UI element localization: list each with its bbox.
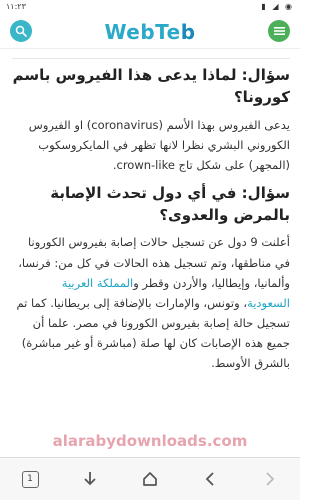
tab-count-badge: 1: [21, 470, 39, 488]
watermark: alarabydownloads.com: [52, 432, 248, 450]
back-button[interactable]: [190, 464, 230, 494]
answer-2: أعلنت 9 دول عن تسجيل حالات إصابة بفيروس …: [12, 232, 290, 373]
home-icon: [143, 472, 157, 486]
answer-1: يدعى الفيروس بهذا الأسم (coronavirus) او…: [28, 117, 290, 172]
forward-button[interactable]: [250, 464, 290, 494]
question-2: سؤال: في أي دول تحدث الإصابة بالمرض والع…: [50, 183, 290, 224]
status-time: ١١:٢٣: [6, 2, 26, 11]
download-icon: [84, 472, 96, 486]
chevron-right-icon: [266, 472, 275, 486]
status-bar: ١١:٢٣ ▮ ◢ ◉: [0, 0, 300, 14]
download-button[interactable]: [70, 464, 110, 494]
answer-2-text-start: أعلنت 9 دول عن تسجيل حالات إصابة بفيروس …: [18, 235, 290, 290]
article-content: سؤال: لماذا يدعى هذا الفيروس باسم كورونا…: [12, 50, 290, 456]
hamburger-icon: [273, 27, 285, 35]
browser-bottom-bar: 1: [0, 457, 300, 500]
chevron-left-icon: [205, 472, 214, 486]
tabs-button[interactable]: 1: [10, 464, 50, 494]
home-button[interactable]: [130, 464, 170, 494]
question-1: سؤال: لماذا يدعى هذا الفيروس باسم كورونا…: [12, 66, 290, 106]
status-icons: ▮ ◢ ◉: [261, 2, 294, 11]
logo-tail: b: [180, 20, 196, 44]
divider: [12, 58, 290, 59]
app-header: WebTeb: [0, 14, 300, 49]
logo-main: WebTe: [104, 20, 181, 44]
webteb-logo[interactable]: WebTeb: [0, 20, 300, 44]
menu-button[interactable]: [268, 20, 290, 42]
